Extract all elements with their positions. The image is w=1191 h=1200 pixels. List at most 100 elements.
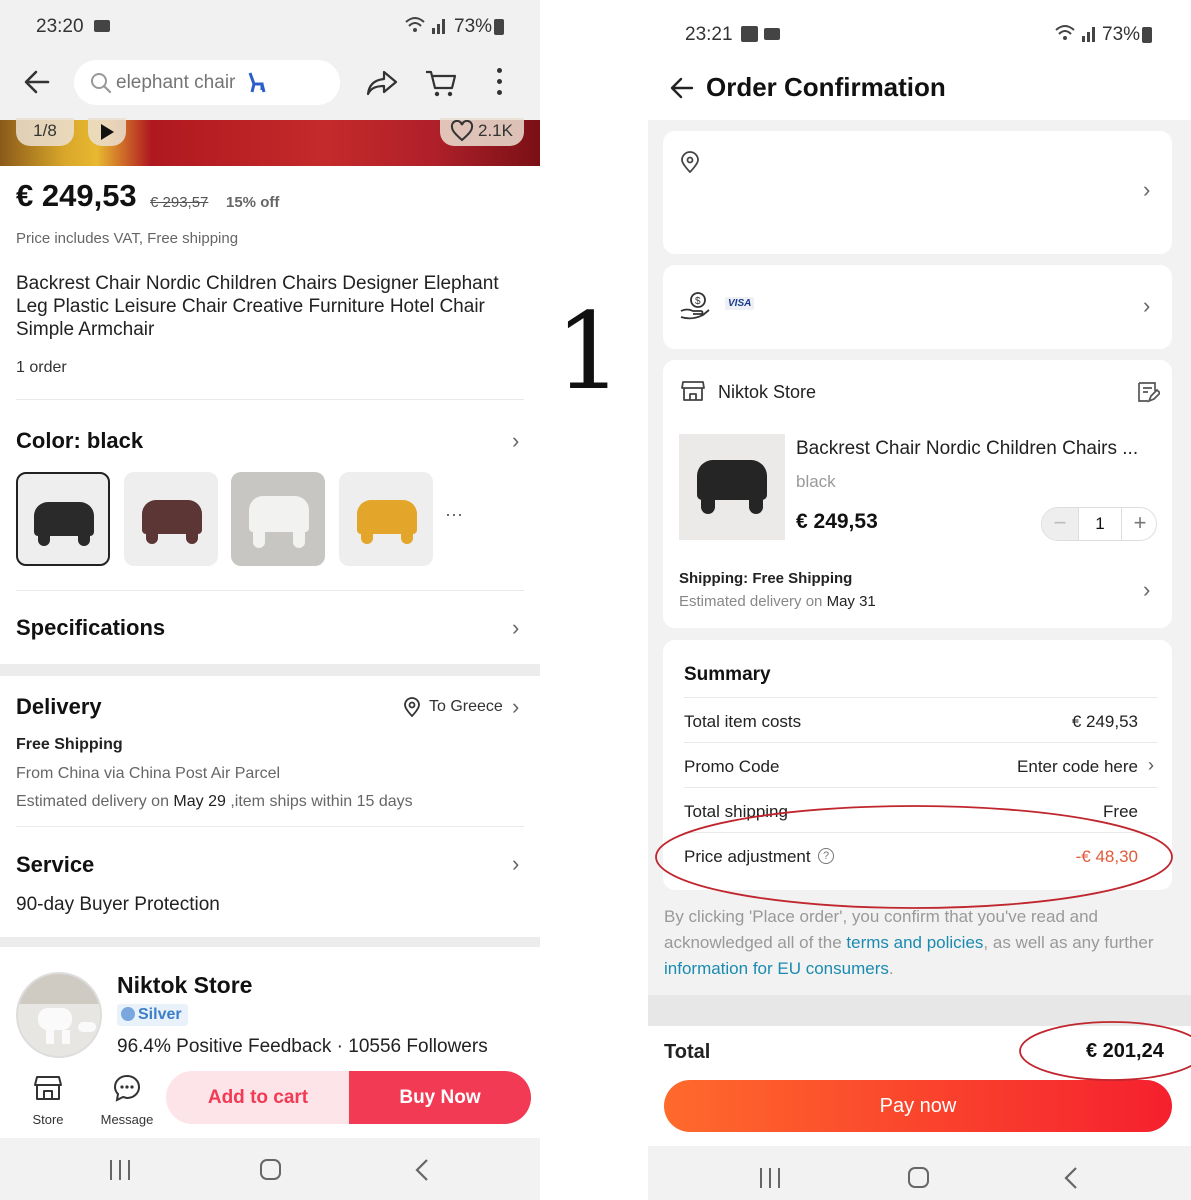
payment-method-card[interactable]: $ VISA ›: [663, 265, 1172, 349]
mail-icon: [764, 28, 780, 40]
quantity-stepper: − 1 +: [1041, 507, 1157, 541]
status-time: 23:21: [685, 24, 733, 45]
order-item-card: Niktok Store Backrest Chair Nordic Child…: [663, 360, 1172, 628]
status-time: 23:20: [36, 16, 84, 37]
gallery-icon: [741, 26, 758, 42]
wishlist-button[interactable]: 2.1K: [440, 118, 524, 146]
store-tab[interactable]: Store: [16, 1073, 80, 1127]
item-variant: black: [796, 472, 836, 491]
delivery-destination[interactable]: To Greece: [429, 698, 503, 716]
heart-icon: [450, 120, 474, 142]
page-title: Order Confirmation: [706, 72, 946, 102]
back-arrow-icon[interactable]: [22, 66, 52, 103]
shipping-option: Shipping: Free Shipping: [679, 570, 853, 587]
chevron-right-icon[interactable]: ›: [512, 615, 519, 641]
chevron-right-icon[interactable]: ›: [1143, 177, 1150, 203]
store-name[interactable]: Niktok Store: [117, 972, 252, 999]
system-nav-bar: [648, 1146, 1191, 1200]
current-price: € 249,53: [16, 178, 137, 213]
chat-bubble-icon: [113, 1074, 141, 1102]
note-edit-icon[interactable]: [1136, 380, 1160, 404]
wifi-signal-icon: [404, 14, 450, 41]
chevron-right-icon[interactable]: ›: [512, 851, 519, 877]
color-option-yellow[interactable]: [339, 472, 433, 566]
price-note: Price includes VAT, Free shipping: [16, 230, 239, 247]
location-pin-icon: [404, 697, 420, 717]
chevron-right-icon[interactable]: ›: [1148, 755, 1154, 776]
battery-icon: [494, 19, 504, 35]
pay-now-button[interactable]: Pay now: [664, 1080, 1172, 1132]
more-colors-indicator[interactable]: ···: [445, 504, 463, 525]
svg-text:$: $: [695, 296, 701, 307]
summary-row-promo-code[interactable]: Promo Code Enter code here ›: [684, 755, 1158, 777]
store-stats: 96.4% Positive Feedback · 10556 Follower…: [117, 1036, 488, 1057]
system-nav-bar: [0, 1138, 540, 1200]
home-icon[interactable]: [260, 1159, 281, 1180]
seller-badge: Silver: [117, 1004, 188, 1026]
store-avatar[interactable]: [16, 972, 102, 1058]
home-icon[interactable]: [908, 1167, 929, 1188]
add-to-cart-button[interactable]: Add to cart: [166, 1071, 350, 1124]
payment-hand-coin-icon: $: [680, 292, 710, 320]
shipping-method: Free Shipping: [16, 736, 123, 753]
figure-number-label: 1: [555, 290, 623, 413]
summary-title: Summary: [684, 664, 771, 685]
color-option-black[interactable]: [16, 472, 110, 566]
divider: [16, 590, 524, 591]
quantity-value: 1: [1078, 508, 1122, 540]
recent-apps-icon[interactable]: [758, 1168, 782, 1188]
cart-icon[interactable]: [424, 68, 458, 98]
chevron-right-icon[interactable]: ›: [512, 694, 519, 720]
search-bar[interactable]: [74, 60, 340, 105]
delivery-estimate: Estimated delivery on May 29 ,item ships…: [16, 793, 413, 810]
shipping-route: From China via China Post Air Parcel: [16, 765, 281, 782]
back-icon[interactable]: [414, 1158, 430, 1182]
shipping-address-card[interactable]: ›: [663, 131, 1172, 254]
order-count: 1 order: [16, 359, 67, 376]
battery-level: 73%: [1102, 24, 1141, 45]
video-play-button[interactable]: [88, 118, 126, 146]
color-option-brown[interactable]: [124, 472, 218, 566]
increase-quantity-button[interactable]: +: [1122, 508, 1158, 540]
chevron-right-icon[interactable]: ›: [1143, 293, 1150, 319]
product-thumbnail[interactable]: [679, 434, 785, 540]
wifi-signal-icon: [1054, 22, 1100, 49]
message-tab-label: Message: [100, 1112, 154, 1127]
recent-apps-icon[interactable]: [108, 1160, 132, 1180]
more-options-icon[interactable]: [497, 68, 503, 98]
specifications-label[interactable]: Specifications: [16, 615, 165, 641]
medal-icon: [121, 1007, 135, 1021]
item-title[interactable]: Backrest Chair Nordic Children Chairs ..…: [796, 438, 1158, 460]
store-icon: [681, 381, 705, 401]
search-icon: [91, 73, 112, 94]
color-option-white[interactable]: [231, 472, 325, 566]
store-name[interactable]: Niktok Store: [718, 382, 816, 403]
decrease-quantity-button[interactable]: −: [1042, 508, 1078, 540]
total-label: Total: [664, 1041, 711, 1063]
share-icon[interactable]: [366, 68, 400, 98]
color-label: Color: black: [16, 428, 144, 453]
store-icon: [34, 1076, 62, 1100]
eu-info-link[interactable]: information for EU consumers: [664, 959, 889, 978]
delivery-title: Delivery: [16, 694, 102, 719]
divider: [16, 399, 524, 400]
product-title: Backrest Chair Nordic Children Chairs De…: [16, 273, 499, 340]
back-icon[interactable]: [1063, 1166, 1079, 1190]
visa-logo: VISA: [725, 297, 755, 310]
buy-now-button[interactable]: Buy Now: [349, 1071, 531, 1124]
store-tab-label: Store: [32, 1112, 64, 1127]
divider: [684, 742, 1158, 743]
battery-level: 73%: [454, 16, 493, 37]
chevron-right-icon[interactable]: ›: [1143, 577, 1150, 603]
annotation-circle-price-adjustment: [655, 805, 1173, 909]
summary-row-item-costs: Total item costs € 249,53: [684, 712, 1138, 731]
original-price: € 293,57: [150, 194, 209, 211]
divider: [684, 787, 1158, 788]
section-separator: [0, 937, 540, 947]
likes-count: 2.1K: [478, 121, 513, 140]
terms-link[interactable]: terms and policies: [846, 933, 983, 952]
chevron-right-icon[interactable]: ›: [512, 428, 519, 454]
message-tab[interactable]: Message: [94, 1073, 160, 1127]
back-arrow-icon[interactable]: [668, 74, 696, 102]
divider: [16, 826, 524, 827]
